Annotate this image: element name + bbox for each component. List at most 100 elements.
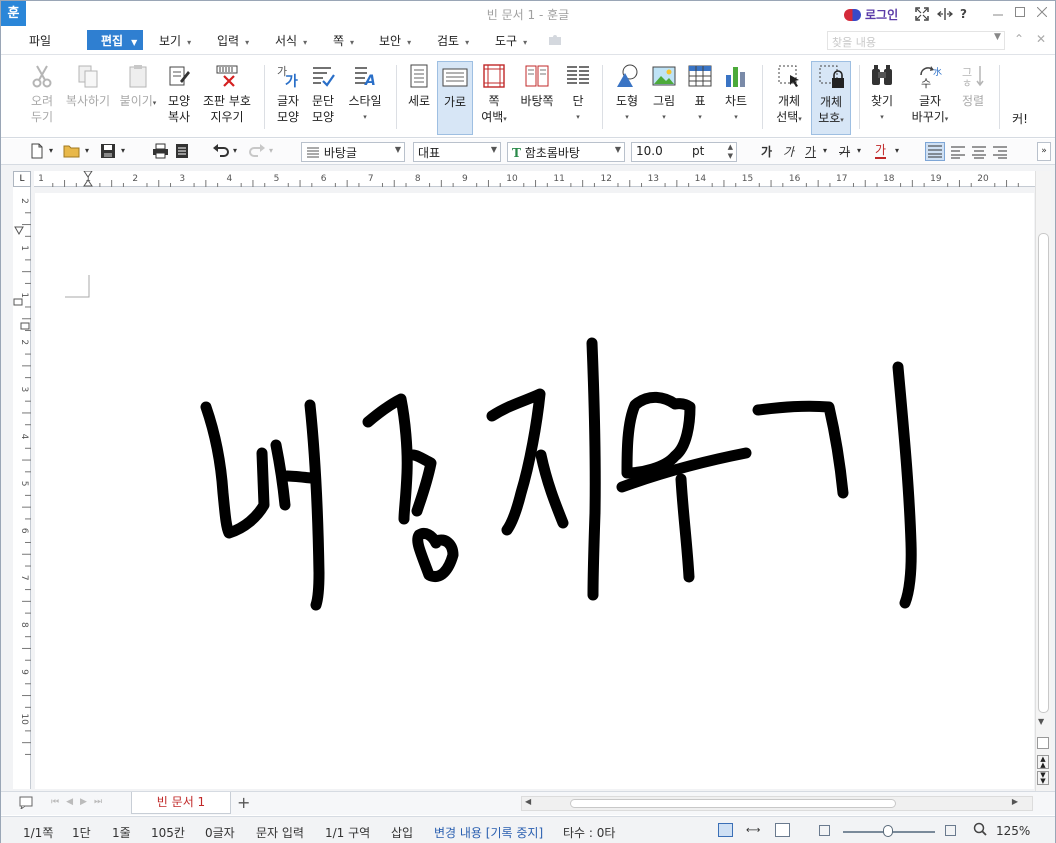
- char-shape-button[interactable]: 가가 글자 모양: [273, 63, 303, 133]
- horizontal-ruler[interactable]: 1 1 2 3 4 5 6 7 8 9 10 11 12 13 14 15 16 17 18 19 20: [34, 170, 1035, 187]
- menu-insert[interactable]: 입력 ▾: [217, 32, 249, 49]
- tab-blank-document[interactable]: 빈 문서 1: [131, 792, 231, 814]
- new-document-icon[interactable]: [29, 143, 45, 162]
- first-line-marker-icon[interactable]: [13, 295, 23, 309]
- width-view-button[interactable]: ⟷: [746, 825, 760, 836]
- menu-tools[interactable]: 도구 ▾: [495, 32, 527, 49]
- object-protect-button[interactable]: 개체 보호▾: [811, 61, 851, 135]
- menu-edit[interactable]: 편집 ▼: [87, 30, 143, 50]
- print-preview-icon[interactable]: [175, 143, 189, 162]
- chevron-down-icon[interactable]: ▾: [895, 146, 899, 155]
- tab-nav-icons[interactable]: ⏮◀▶⏭: [51, 797, 109, 807]
- toolbar-expand-icon[interactable]: »: [1037, 142, 1051, 161]
- italic-button[interactable]: 가: [783, 143, 794, 160]
- close-button[interactable]: [1032, 4, 1052, 22]
- align-center-icon[interactable]: [972, 146, 986, 162]
- save-icon[interactable]: [100, 143, 116, 162]
- horizontal-page-button[interactable]: 가로: [437, 61, 473, 135]
- resize-icon[interactable]: [936, 7, 954, 24]
- spinner-up-icon[interactable]: ▲: [728, 143, 733, 151]
- maximize-button[interactable]: [1010, 4, 1030, 22]
- hanging-marker-icon[interactable]: [20, 319, 30, 333]
- bold-button[interactable]: 가: [761, 143, 772, 160]
- style-select[interactable]: 바탕글 ▼: [301, 142, 405, 162]
- zoom-in-icon[interactable]: [945, 825, 956, 836]
- cut-button[interactable]: 오려 두기: [27, 63, 57, 133]
- undo-icon[interactable]: [212, 143, 230, 160]
- para-shape-button[interactable]: 문단 모양: [307, 63, 339, 133]
- menu-format[interactable]: 서식 ▾: [275, 32, 307, 49]
- chevron-down-icon[interactable]: ▾: [49, 146, 53, 155]
- style-button[interactable]: A 스타일 ▾: [345, 63, 385, 133]
- status-input-mode[interactable]: 문자 입력: [256, 824, 304, 841]
- clear-marks-button[interactable]: 조판 부호 지우기: [201, 63, 253, 133]
- ribbon-more-button[interactable]: 커!: [1007, 111, 1033, 131]
- vertical-ruler[interactable]: 2 1 1 2 3 4 5 6 7 8 9 10: [13, 187, 31, 789]
- strikethrough-button[interactable]: 가: [839, 143, 850, 160]
- chevron-down-icon[interactable]: ▾: [823, 146, 827, 155]
- scroll-down-icon[interactable]: ▼: [1038, 717, 1044, 726]
- status-page[interactable]: 1/1쪽: [23, 824, 53, 841]
- replace-button[interactable]: 수水 글자 바꾸기▾: [907, 63, 953, 133]
- full-page-view-button[interactable]: [775, 823, 790, 837]
- chart-button[interactable]: 차트 ▾: [721, 63, 751, 133]
- document-page[interactable]: [35, 193, 1034, 789]
- open-folder-icon[interactable]: [63, 143, 81, 162]
- spinner-down-icon[interactable]: ▼: [728, 152, 733, 160]
- zoom-percent[interactable]: 125%: [996, 824, 1030, 838]
- chevron-down-icon[interactable]: ▾: [121, 146, 125, 155]
- table-button[interactable]: 표 ▾: [685, 63, 715, 133]
- prev-page-icon[interactable]: ▲ ▲: [1037, 755, 1049, 769]
- vertical-scrollbar[interactable]: ▼ ▲ ▲ ▼ ▼: [1035, 171, 1051, 791]
- page-view-button[interactable]: [718, 823, 733, 837]
- copy-button[interactable]: 복사하기: [63, 63, 113, 133]
- menu-file[interactable]: 파일: [29, 32, 51, 49]
- language-select[interactable]: 대표 ▼: [413, 142, 501, 162]
- shape-copy-button[interactable]: 모양 복사: [163, 63, 195, 133]
- status-insert-mode[interactable]: 삽입: [391, 824, 413, 841]
- page-margin-button[interactable]: 쪽 여백▾: [477, 63, 511, 133]
- chevron-down-icon[interactable]: ▾: [857, 146, 861, 155]
- chevron-down-icon[interactable]: ▾: [233, 146, 237, 155]
- page-view-icon[interactable]: [1037, 737, 1049, 749]
- search-dropdown-icon[interactable]: ▼: [994, 32, 1001, 42]
- find-button[interactable]: 찾기 ▾: [867, 63, 897, 133]
- paste-button[interactable]: 붙이기▾: [119, 63, 157, 133]
- login-button[interactable]: 로그인: [844, 6, 898, 23]
- align-left-icon[interactable]: [951, 146, 965, 162]
- horizontal-scrollbar-thumb[interactable]: [570, 799, 896, 808]
- font-color-button[interactable]: 가: [875, 143, 887, 159]
- ribbon-collapse-icon[interactable]: ⌃: [1014, 32, 1024, 46]
- help-icon[interactable]: ?: [960, 7, 967, 21]
- magnifier-icon[interactable]: [973, 822, 987, 839]
- shape-button[interactable]: 도형 ▾: [611, 63, 643, 133]
- indent-marker-icon[interactable]: [83, 170, 93, 187]
- memo-icon[interactable]: [19, 796, 33, 812]
- zoom-slider-knob[interactable]: [883, 825, 893, 837]
- menu-view[interactable]: 보기 ▾: [159, 32, 191, 49]
- scroll-left-icon[interactable]: ◀: [525, 797, 531, 806]
- vertical-scrollbar-thumb[interactable]: [1038, 233, 1049, 713]
- align-justify-button[interactable]: [925, 142, 945, 161]
- column-button[interactable]: 단 ▾: [563, 63, 593, 133]
- top-margin-marker-icon[interactable]: [14, 225, 24, 239]
- add-tab-button[interactable]: +: [237, 793, 250, 812]
- zoom-out-icon[interactable]: [819, 825, 830, 836]
- align-right-icon[interactable]: [993, 146, 1007, 162]
- minimize-button[interactable]: [988, 4, 1008, 22]
- object-select-button[interactable]: 개체 선택▾: [771, 63, 807, 133]
- horizontal-scrollbar[interactable]: ◀ ▶: [521, 796, 1033, 811]
- background-page-button[interactable]: 바탕쪽: [517, 63, 557, 133]
- menu-review[interactable]: 검토 ▾: [437, 32, 469, 49]
- scroll-right-icon[interactable]: ▶: [1012, 797, 1018, 806]
- status-track-changes[interactable]: 변경 내용 [기록 중지]: [434, 824, 543, 841]
- tab-type-corner[interactable]: L: [13, 171, 31, 187]
- underline-button[interactable]: 가: [805, 143, 816, 160]
- search-input[interactable]: 찾을 내용: [827, 31, 1005, 50]
- chevron-down-icon[interactable]: ▾: [85, 146, 89, 155]
- menu-security[interactable]: 보안 ▾: [379, 32, 411, 49]
- sort-button[interactable]: 그ㅎ 정렬: [957, 63, 989, 133]
- close-doc-icon[interactable]: ✕: [1036, 32, 1046, 46]
- fullscreen-icon[interactable]: [915, 7, 929, 24]
- picture-button[interactable]: 그림 ▾: [649, 63, 679, 133]
